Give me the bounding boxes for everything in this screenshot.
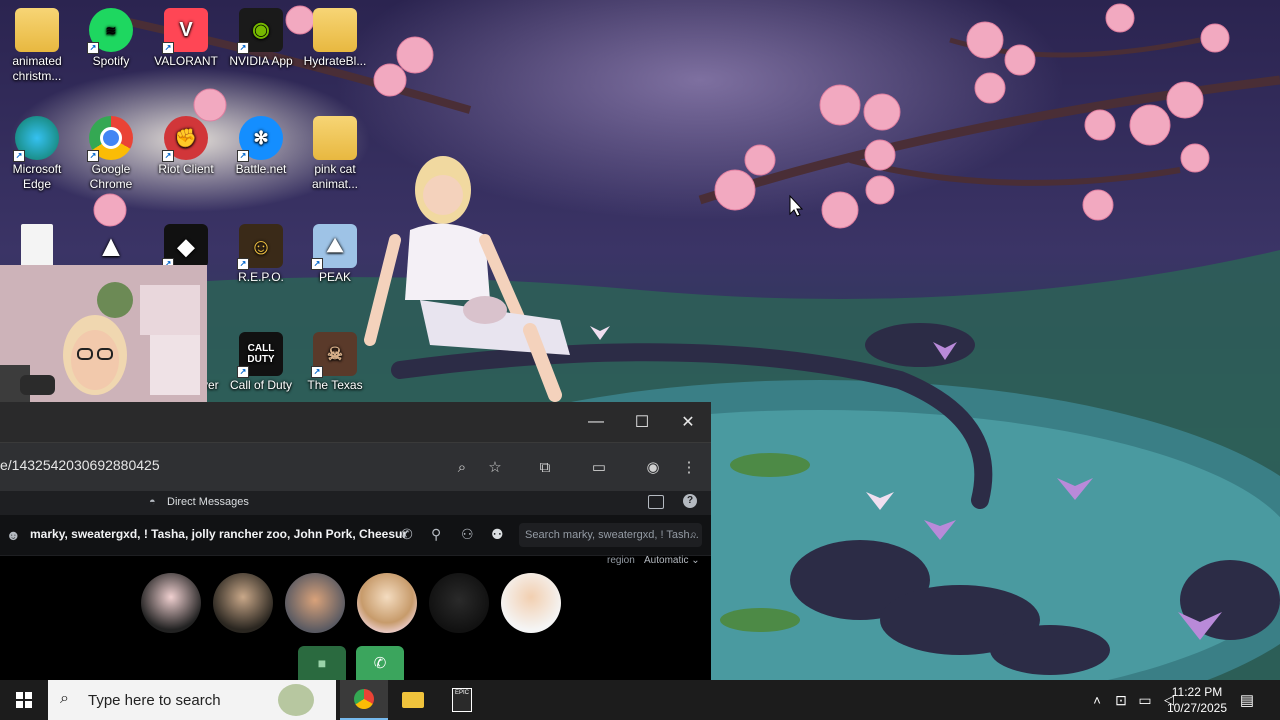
desktop-icon-repo[interactable]: ☺ ↗ R.E.P.O. xyxy=(224,224,298,285)
peak-game-icon: ⛰ ↗ xyxy=(311,224,357,270)
edge-icon: ↗ xyxy=(13,116,59,162)
call-of-duty-icon: CALL DUTY ↗ xyxy=(237,332,283,378)
folder-icon xyxy=(15,8,59,52)
taskbar-search-box[interactable]: ⌕ Type here to search xyxy=(48,680,336,720)
notification-center-button[interactable]: ▤ xyxy=(1236,680,1258,720)
folder-icon xyxy=(313,116,357,160)
triangle-app-icon: ▲ xyxy=(96,229,126,263)
desktop-icon-peak[interactable]: ⛰ ↗ PEAK xyxy=(298,224,372,285)
discord-top-bar: ◓ Direct Messages ? xyxy=(0,491,711,515)
desktop-icon-battlenet[interactable]: ✻ ↗ Battle.net xyxy=(224,116,298,177)
direct-messages-title: Direct Messages xyxy=(167,496,249,508)
roblox-icon: ◆ ↗ xyxy=(162,224,208,270)
network-icon[interactable]: ▭ xyxy=(1134,680,1156,720)
region-select[interactable]: Automatic ⌄ xyxy=(644,555,700,566)
riot-icon: ✊ ↗ xyxy=(162,116,208,162)
video-call-button[interactable]: ■ xyxy=(298,646,346,680)
battlenet-icon: ✻ ↗ xyxy=(237,116,283,162)
folder-icon xyxy=(313,8,357,52)
participant-avatar-2[interactable] xyxy=(213,573,273,633)
close-button[interactable]: ✕ xyxy=(665,402,711,442)
add-friends-icon[interactable]: ⚇ xyxy=(461,526,474,543)
clock-time: 11:22 PM xyxy=(1171,685,1223,699)
chrome-icon xyxy=(354,689,374,709)
maximize-button[interactable]: ☐ xyxy=(619,402,665,442)
desktop-icon-call-of-duty[interactable]: CALL DUTY ↗ Call of Duty xyxy=(224,332,298,393)
desktop-icon-nvidia[interactable]: ◉ ↗ NVIDIA App xyxy=(224,8,298,69)
participant-avatar-6[interactable] xyxy=(501,573,561,633)
desktop-icon-document[interactable] xyxy=(0,224,74,270)
inbox-icon[interactable] xyxy=(648,495,664,509)
profile-icon[interactable]: ◉ xyxy=(641,455,665,479)
help-icon[interactable]: ? xyxy=(683,494,697,508)
address-bar[interactable]: e/1432542030692880425 xyxy=(0,457,160,473)
participant-avatar-1[interactable] xyxy=(141,573,201,633)
chevron-up-icon: ˄ xyxy=(1093,692,1101,708)
chrome-icon: ↗ xyxy=(87,116,133,162)
region-label: region xyxy=(607,555,635,566)
taskbar-file-explorer[interactable] xyxy=(389,680,437,720)
spotify-icon: ≋ ↗ xyxy=(87,8,133,54)
join-voice-call-button[interactable]: ✆ xyxy=(356,646,404,680)
desktop-icon-texas[interactable]: ☠ ↗ The Texas xyxy=(298,332,372,393)
windows-logo-icon xyxy=(16,692,32,708)
nvidia-icon: ◉ ↗ xyxy=(237,8,283,54)
group-dm-name[interactable]: marky, sweatergxd, ! Tasha, jolly ranche… xyxy=(30,527,407,541)
member-list-icon[interactable]: ⚉ xyxy=(491,526,504,543)
search-highlight-icon xyxy=(278,684,314,716)
tray-app-icon[interactable]: ⊡ xyxy=(1110,680,1132,720)
channel-header: ☻ marky, sweatergxd, ! Tasha, jolly ranc… xyxy=(0,515,711,556)
search-icon: ⌕ xyxy=(690,527,697,541)
desktop-icon-spotify[interactable]: ≋ ↗ Spotify xyxy=(74,8,148,69)
file-explorer-icon xyxy=(402,692,424,708)
desktop-icon-edge[interactable]: ↗ Microsoft Edge xyxy=(0,116,74,192)
participant-avatar-5[interactable] xyxy=(429,573,489,633)
clock-date: 10/27/2025 xyxy=(1166,701,1228,715)
tab-search-icon[interactable]: ▭ xyxy=(587,455,611,479)
window-title-bar: — ☐ ✕ xyxy=(0,402,711,442)
discord-logo-icon: ◓ xyxy=(149,496,156,508)
taskbar-epic-games[interactable]: EPIC xyxy=(438,680,486,720)
clock[interactable]: 11:22 PM 10/27/2025 xyxy=(1158,680,1236,720)
notification-icon: ▤ xyxy=(1239,692,1255,709)
participant-avatar-4[interactable] xyxy=(357,573,417,633)
show-hidden-icons-button[interactable]: ˄ xyxy=(1086,680,1108,720)
extensions-icon[interactable]: ⧉ xyxy=(533,455,557,479)
pin-icon[interactable]: ⚲ xyxy=(431,526,441,543)
desktop-icon-riot[interactable]: ✊ ↗ Riot Client xyxy=(149,116,223,177)
desktop-icon-roblox[interactable]: ◆ ↗ xyxy=(149,224,223,270)
browser-menu-icon[interactable]: ⋮ xyxy=(677,455,701,479)
taskbar-chrome[interactable] xyxy=(340,680,388,720)
video-camera-icon: ■ xyxy=(317,655,327,671)
desktop-icon-hydrate[interactable]: HydrateBl... xyxy=(298,8,372,69)
valorant-icon: V ↗ xyxy=(162,8,208,54)
document-icon xyxy=(21,224,53,268)
browser-toolbar: e/1432542030692880425 ⌕ ☆ ⧉ ▭ ◉ ⋮ xyxy=(0,442,711,491)
desktop-icon-pink-cat[interactable]: pink cat animat... xyxy=(298,116,372,192)
search-icon: ⌕ xyxy=(60,690,69,707)
voice-call-icon[interactable]: ✆ xyxy=(401,526,413,543)
desktop-icon-valorant[interactable]: V ↗ VALORANT xyxy=(149,8,223,69)
desktop-icon-chrome[interactable]: ↗ Google Chrome xyxy=(74,116,148,192)
windows-taskbar: ⌕ Type here to search EPIC ˄ ⊡ ▭ ◁ 11:22… xyxy=(0,680,1280,720)
desktop-icon-triangle-app[interactable]: ▲ xyxy=(74,224,148,270)
group-dm-avatar-icon: ☻ xyxy=(6,527,21,543)
minimize-button[interactable]: — xyxy=(573,402,619,442)
browser-window: — ☐ ✕ e/1432542030692880425 ⌕ ☆ ⧉ ▭ ◉ ⋮ … xyxy=(0,402,711,680)
texas-chain-saw-icon: ☠ ↗ xyxy=(311,332,357,378)
start-button[interactable] xyxy=(0,680,48,720)
epic-games-icon: EPIC xyxy=(452,688,472,712)
desktop-icon-animated-christmas[interactable]: animated christm... xyxy=(0,8,74,84)
chevron-down-icon: ⌄ xyxy=(691,555,700,566)
repo-game-icon: ☺ ↗ xyxy=(237,224,283,270)
participant-avatar-3[interactable] xyxy=(285,573,345,633)
bookmark-star-icon[interactable]: ☆ xyxy=(483,455,507,479)
zoom-icon[interactable]: ⌕ xyxy=(450,455,474,479)
phone-icon: ✆ xyxy=(373,655,387,672)
dm-search-input[interactable]: Search marky, sweatergxd, ! Tash... ⌕ xyxy=(519,523,702,547)
